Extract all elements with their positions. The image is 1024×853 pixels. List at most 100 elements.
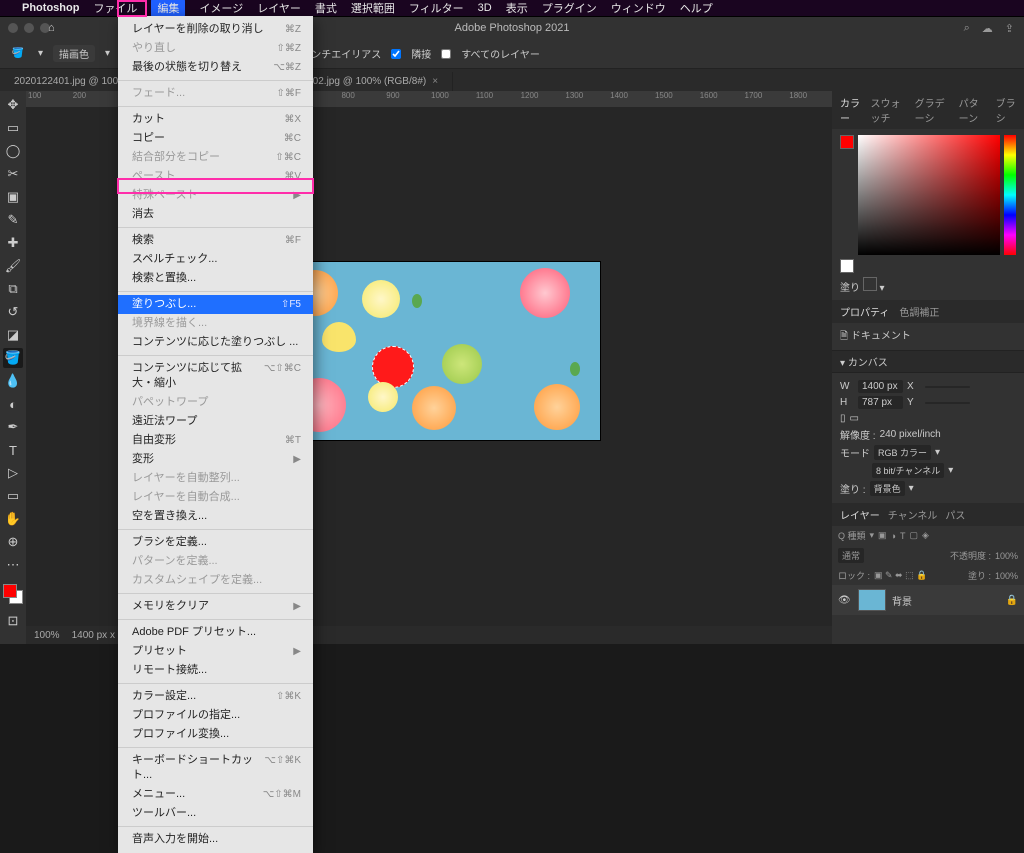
menu-layer[interactable]: レイヤー [257, 0, 301, 16]
canvas-section[interactable]: カンバス [848, 358, 888, 369]
tab-swatches[interactable]: スウォッチ [870, 95, 904, 125]
hand-tool[interactable]: ✋ [3, 509, 23, 529]
window-controls[interactable] [8, 23, 50, 33]
menu-plugin[interactable]: プラグイン [542, 0, 597, 16]
edit-menu-item[interactable]: キーボードショートカット...⌥⇧⌘K [118, 751, 313, 785]
home-icon[interactable]: ⌂ [48, 22, 55, 34]
edit-menu-item[interactable]: ツールバー... [118, 804, 313, 823]
edit-menu-item[interactable]: レイヤーを削除の取り消し⌘Z [118, 20, 313, 39]
filter-icon[interactable]: ◑ [891, 531, 896, 541]
frame-tool[interactable]: ▣ [3, 187, 23, 207]
edit-menu-item[interactable]: プロファイルの指定... [118, 706, 313, 725]
filter-icon[interactable]: ▣ [878, 530, 887, 541]
tab-adjustments[interactable]: 色調補正 [899, 304, 939, 319]
zoom-value[interactable]: 100% [34, 630, 60, 641]
edit-menu-item[interactable]: Adobe PDF プリセット... [118, 623, 313, 642]
menu-file[interactable]: ファイル [93, 0, 137, 16]
shape-tool[interactable]: ▭ [3, 486, 23, 506]
edit-menu-item[interactable]: 自由変形⌘T [118, 431, 313, 450]
menu-image[interactable]: イメージ [199, 0, 243, 16]
edit-menu-item[interactable]: プロファイル変換... [118, 725, 313, 744]
edit-menu-item[interactable]: 消去 [118, 205, 313, 224]
lock-icons[interactable]: ▣ ✎ ⬌ ⬚ 🔒 [874, 570, 927, 581]
tab-color[interactable]: カラー [840, 95, 860, 125]
orient-portrait-icon[interactable]: ▯ [840, 413, 846, 424]
crop-tool[interactable]: ✂ [3, 164, 23, 184]
blend-dropdown[interactable]: 通常 [838, 548, 864, 563]
height-field[interactable]: 787 px [858, 396, 903, 409]
bucket-icon[interactable]: 🪣 [8, 44, 28, 64]
app-name[interactable]: Photoshop [22, 2, 79, 14]
tab-properties[interactable]: プロパティ [840, 304, 889, 319]
edit-menu-item[interactable]: 音声入力を開始... [118, 830, 313, 849]
eraser-tool[interactable]: ◪ [3, 325, 23, 345]
x-field[interactable] [925, 386, 970, 388]
edit-menu-item[interactable]: 変形▶ [118, 450, 313, 469]
bg-color[interactable] [840, 259, 854, 273]
edit-menu-item[interactable]: リモート接続... [118, 661, 313, 680]
filter-icon[interactable]: ◈ [922, 530, 929, 541]
edit-menu-item[interactable]: 空を置き換え... [118, 507, 313, 526]
cloud-icon[interactable]: ☁ [982, 22, 993, 35]
width-field[interactable]: 1400 px [858, 380, 903, 393]
stamp-tool[interactable]: ⧉ [3, 279, 23, 299]
share-icon[interactable]: ⇪ [1005, 22, 1014, 35]
orient-landscape-icon[interactable]: ▭ [850, 413, 859, 424]
zoom-tool[interactable]: ⊕ [3, 532, 23, 552]
search-icon[interactable]: ⌕ [964, 22, 970, 35]
visibility-icon[interactable]: 👁 [838, 595, 852, 606]
edit-menu-item[interactable]: メニュー...⌥⇧⌘M [118, 785, 313, 804]
screen-mode[interactable]: ⊡ [3, 611, 23, 631]
lock-icon[interactable]: 🔒 [1006, 595, 1018, 606]
edit-menu-item[interactable]: 遠近法ワープ [118, 412, 313, 431]
lasso-tool[interactable]: ◯ [3, 141, 23, 161]
menu-filter[interactable]: フィルター [409, 0, 464, 16]
heal-tool[interactable]: ✚ [3, 233, 23, 253]
menu-edit[interactable]: 編集 [151, 0, 185, 17]
edit-menu-item[interactable]: コピー⌘C [118, 129, 313, 148]
hue-slider[interactable] [1004, 135, 1016, 255]
pen-tool[interactable]: ✒ [3, 417, 23, 437]
edit-menu-item[interactable]: ブラシを定義... [118, 533, 313, 552]
opacity-value[interactable]: 100% [995, 551, 1018, 561]
eyedropper-tool[interactable]: ✎ [3, 210, 23, 230]
layer-name[interactable]: 背景 [892, 593, 912, 608]
edit-menu-item[interactable]: プリセット▶ [118, 642, 313, 661]
menu-type[interactable]: 書式 [315, 0, 337, 16]
dodge-tool[interactable]: ◐ [3, 394, 23, 414]
fill-swatch[interactable] [863, 277, 877, 291]
edit-menu-item[interactable]: カット⌘X [118, 110, 313, 129]
menu-view[interactable]: 表示 [506, 0, 528, 16]
canvas-image[interactable] [281, 261, 601, 441]
contiguous-checkbox[interactable] [391, 49, 401, 59]
layer-search[interactable]: Q 種類 [838, 529, 866, 542]
edit-menu-item[interactable]: 塗りつぶし...⇧F5 [118, 295, 313, 314]
edit-menu-item[interactable]: 検索と置換... [118, 269, 313, 288]
tab-layers[interactable]: レイヤー [840, 507, 880, 522]
all-layers-checkbox[interactable] [441, 49, 451, 59]
y-field[interactable] [925, 402, 970, 404]
bit-dropdown[interactable]: 8 bit/チャンネル [872, 463, 944, 478]
more-tools[interactable]: ⋯ [3, 555, 23, 575]
mode-dropdown[interactable]: RGB カラー [874, 445, 931, 460]
edit-menu-item[interactable]: 検索⌘F [118, 231, 313, 250]
menu-3d[interactable]: 3D [478, 2, 492, 14]
color-swatch[interactable] [3, 584, 23, 604]
fill-mode-dropdown[interactable]: 描画色 [53, 45, 95, 62]
layer-item[interactable]: 👁 背景 🔒 [832, 585, 1024, 615]
history-brush-tool[interactable]: ↺ [3, 302, 23, 322]
path-tool[interactable]: ▷ [3, 463, 23, 483]
brush-tool[interactable]: 🖌 [3, 256, 23, 276]
tab-paths[interactable]: パス [945, 507, 965, 522]
menu-help[interactable]: ヘルプ [680, 0, 713, 16]
fill-dropdown[interactable]: 背景色 [870, 481, 905, 496]
type-tool[interactable]: T [3, 440, 23, 460]
edit-menu-item[interactable]: カラー設定...⇧⌘K [118, 687, 313, 706]
edit-menu-item[interactable]: 最後の状態を切り替え⌥⌘Z [118, 58, 313, 77]
filter-icon[interactable]: ▢ [910, 530, 919, 541]
tab-pattern[interactable]: パターン [959, 95, 986, 125]
close-icon[interactable]: × [432, 76, 438, 87]
tab-channels[interactable]: チャンネル [888, 507, 938, 522]
color-picker[interactable] [858, 135, 1000, 255]
edit-menu-item[interactable]: スペルチェック... [118, 250, 313, 269]
